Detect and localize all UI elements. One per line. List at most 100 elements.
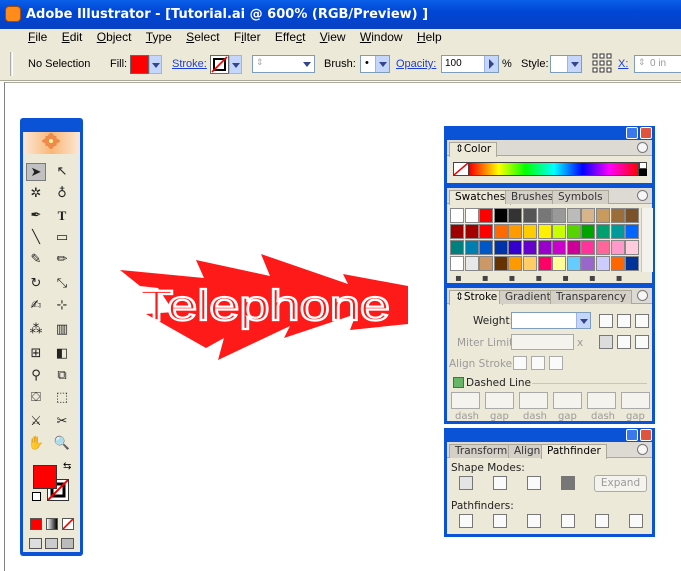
scissors-tool-icon[interactable]: ✂ [52, 413, 72, 431]
stroke-dropdown-button[interactable] [229, 55, 242, 74]
adobe-flower-logo[interactable] [24, 132, 79, 154]
stroke-swatch[interactable] [210, 55, 229, 74]
dash-field-3[interactable] [587, 392, 616, 409]
menu-window[interactable]: Window [360, 29, 403, 45]
close-icon[interactable] [640, 429, 652, 441]
symbol-sprayer-tool-icon[interactable]: ⁂ [26, 321, 46, 339]
mesh-tool-icon[interactable]: ⊞ [26, 345, 46, 363]
round-join-icon[interactable] [617, 335, 631, 349]
color-mode-icon[interactable] [30, 518, 42, 530]
align-center-icon[interactable] [513, 356, 527, 370]
tab-stroke[interactable]: ⇕Stroke [449, 290, 504, 305]
menu-file[interactable]: File [28, 29, 47, 45]
color-swatch[interactable] [552, 208, 567, 223]
color-swatch[interactable] [508, 208, 523, 223]
panel-titlebar[interactable] [447, 428, 652, 442]
tab-pathfinder[interactable]: Pathfinder [541, 444, 607, 459]
color-swatch[interactable] [537, 240, 552, 255]
tab-symbols[interactable]: Symbols [552, 190, 609, 204]
miter-limit-field[interactable] [511, 334, 574, 350]
color-swatch[interactable] [566, 256, 581, 271]
type-tool-icon[interactable]: T [52, 207, 72, 225]
scale-tool-icon[interactable]: ⤡ [52, 275, 72, 293]
color-swatch[interactable] [581, 256, 596, 271]
menu-help[interactable]: Help [417, 29, 442, 45]
hand-tool-icon[interactable]: ✋ [26, 435, 46, 453]
dashed-line-checkbox[interactable] [453, 377, 464, 388]
color-swatch[interactable] [523, 240, 537, 255]
dash-field-1[interactable] [451, 392, 480, 409]
color-swatch[interactable] [537, 208, 552, 223]
column-graph-tool-icon[interactable]: ▥ [52, 321, 72, 339]
standard-screen-mode-icon[interactable] [29, 538, 42, 549]
color-swatch[interactable] [610, 224, 625, 239]
color-swatch[interactable] [625, 240, 640, 255]
color-swatch[interactable] [581, 208, 596, 223]
color-swatch[interactable] [464, 224, 479, 239]
color-swatch[interactable] [508, 240, 523, 255]
stepper-icon[interactable]: ⇕ [638, 57, 646, 68]
lasso-tool-icon[interactable]: ♁ [52, 185, 72, 203]
intersect-shape-icon[interactable] [527, 476, 541, 490]
chevron-down-icon[interactable] [375, 56, 389, 72]
line-segment-tool-icon[interactable]: ╲ [26, 229, 46, 247]
swatches-footer-icons[interactable]: ▪▪▪▪▪▪▪ [455, 273, 645, 285]
style-dropdown[interactable] [550, 55, 582, 73]
color-swatch[interactable] [508, 256, 523, 271]
stroke-weight-field[interactable]: ⇕ [252, 55, 315, 73]
gap-field-1[interactable] [485, 392, 514, 409]
color-swatch[interactable] [610, 208, 625, 223]
outline-icon[interactable] [595, 514, 609, 528]
add-shape-icon[interactable] [459, 476, 473, 490]
gap-field-2[interactable] [553, 392, 582, 409]
panel-menu-icon[interactable] [637, 142, 648, 153]
fill-swatch[interactable] [130, 55, 149, 74]
direct-selection-tool-icon[interactable]: ↖ [52, 163, 72, 181]
close-icon[interactable] [640, 127, 652, 139]
color-swatch[interactable] [493, 224, 508, 239]
color-swatch[interactable] [523, 208, 537, 223]
color-swatch[interactable] [537, 224, 552, 239]
swatches-scrollbar[interactable] [641, 208, 653, 272]
miter-join-icon[interactable] [599, 335, 613, 349]
paintbrush-tool-icon[interactable]: ✎ [26, 251, 46, 269]
color-swatch[interactable] [508, 224, 523, 239]
none-color-icon[interactable] [453, 162, 469, 176]
panel-menu-icon[interactable] [637, 290, 648, 301]
zoom-tool-icon[interactable]: 🔍 [52, 435, 72, 453]
color-swatch[interactable] [610, 256, 625, 271]
trim-icon[interactable] [493, 514, 507, 528]
color-swatch[interactable] [450, 256, 464, 271]
menu-edit[interactable]: Edit [62, 29, 83, 45]
color-swatch[interactable] [596, 240, 610, 255]
dash-field-2[interactable] [519, 392, 548, 409]
chevron-right-icon[interactable] [484, 56, 498, 72]
minimize-icon[interactable] [626, 429, 638, 441]
panel-menu-icon[interactable] [637, 444, 648, 455]
expand-button[interactable]: Expand [594, 475, 647, 492]
color-swatch[interactable] [464, 240, 479, 255]
white-swatch[interactable] [639, 162, 647, 169]
gap-field-3[interactable] [621, 392, 650, 409]
color-swatch[interactable] [493, 208, 508, 223]
crop-icon[interactable] [561, 514, 575, 528]
color-swatch[interactable] [596, 224, 610, 239]
color-swatch[interactable] [625, 256, 640, 271]
color-swatch[interactable] [479, 256, 494, 271]
color-swatch[interactable] [552, 256, 567, 271]
gradient-tool-icon[interactable]: ◧ [52, 345, 72, 363]
bevel-join-icon[interactable] [635, 335, 649, 349]
color-swatch[interactable] [625, 208, 640, 223]
color-swatch[interactable] [566, 224, 581, 239]
live-paint-bucket-tool-icon[interactable]: ⛋ [26, 389, 46, 407]
swap-fill-stroke-icon[interactable]: ⇆ [63, 462, 75, 472]
stepper-icon[interactable]: ⇕ [256, 57, 264, 68]
x-field[interactable]: ⇕ 0 in [634, 55, 681, 73]
x-link[interactable]: X: [618, 57, 628, 71]
color-swatch[interactable] [464, 208, 479, 223]
panel-menu-icon[interactable] [637, 190, 648, 201]
chevron-down-icon[interactable] [576, 313, 590, 328]
default-colors-icon[interactable] [32, 492, 41, 501]
pencil-tool-icon[interactable]: ✏ [52, 251, 72, 269]
blend-tool-icon[interactable]: ⧉ [52, 367, 72, 385]
